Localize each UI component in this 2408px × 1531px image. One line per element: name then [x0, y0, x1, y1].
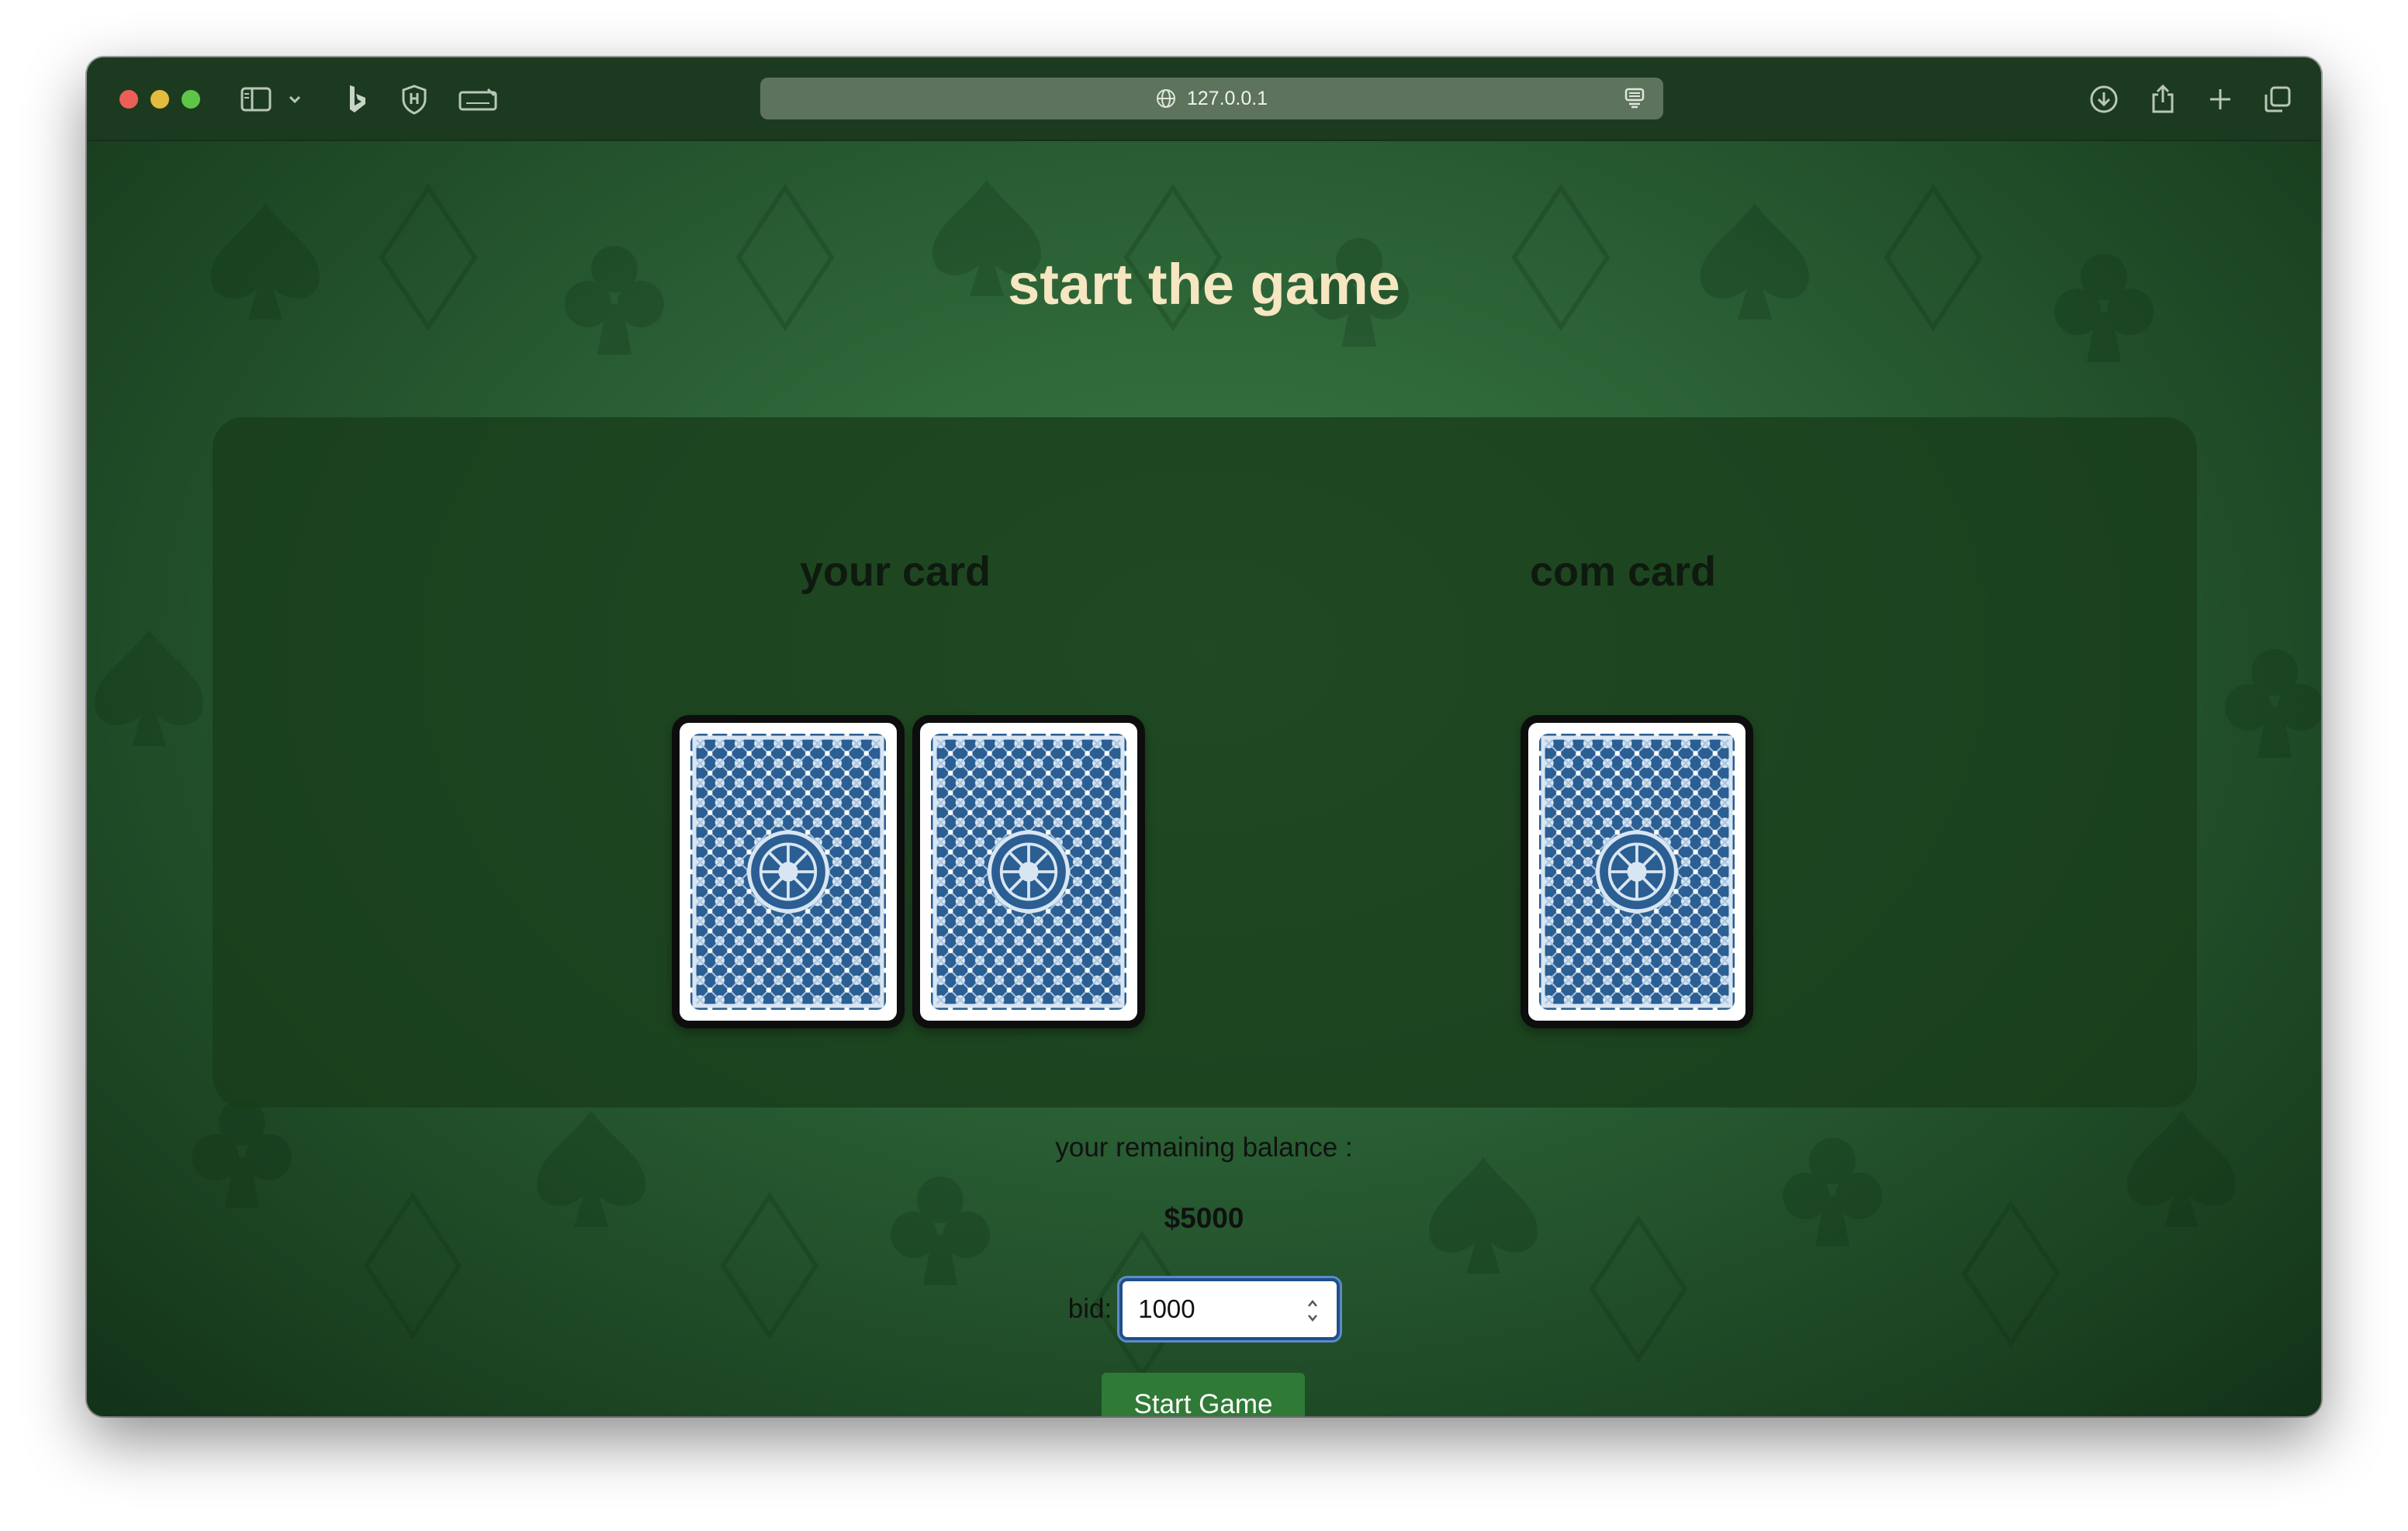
plus-icon[interactable] — [2205, 81, 2236, 118]
card-back — [1539, 734, 1735, 1010]
computer-hand-title: com card — [1529, 548, 1717, 595]
number-stepper-icon[interactable] — [1306, 1297, 1320, 1331]
browser-toolbar: 127.0.0.1 — [87, 57, 2321, 141]
address-bar[interactable]: 127.0.0.1 — [760, 78, 1663, 119]
download-icon[interactable] — [2088, 81, 2119, 118]
browser-window: 127.0.0.1 start the game your card com c… — [87, 57, 2321, 1416]
page-content: start the game your card com card your r… — [87, 141, 2321, 1416]
chevron-down-icon[interactable] — [285, 81, 304, 118]
balance-value: $5000 — [1164, 1202, 1244, 1234]
reader-icon[interactable] — [1624, 88, 1645, 115]
bid-row: bid: 1000 — [87, 1276, 2321, 1343]
close-window-button[interactable] — [119, 90, 138, 109]
player-hand-title: your card — [799, 548, 991, 595]
share-icon[interactable] — [2147, 81, 2178, 118]
zoom-window-button[interactable] — [182, 90, 200, 109]
url-text: 127.0.0.1 — [1186, 87, 1268, 109]
start-game-button[interactable]: Start Game — [1102, 1373, 1305, 1416]
keyboard-icon[interactable] — [458, 81, 498, 118]
player-card-1 — [672, 715, 905, 1028]
card-back — [931, 734, 1126, 1010]
page-title: start the game — [1008, 252, 1400, 316]
player-card-2 — [912, 715, 1145, 1028]
sidebar-icon[interactable] — [239, 81, 273, 118]
minimize-window-button[interactable] — [150, 90, 169, 109]
balance-label: your remaining balance : — [1055, 1132, 1353, 1163]
card-back — [690, 734, 886, 1010]
bid-input[interactable]: 1000 — [1117, 1276, 1343, 1343]
card-table-panel: your card com card — [213, 417, 2197, 1108]
shield-icon[interactable] — [399, 81, 430, 118]
bid-label: bid: — [1067, 1294, 1112, 1324]
bid-input-value: 1000 — [1138, 1294, 1195, 1323]
globe-icon — [1156, 88, 1176, 109]
tabs-icon[interactable] — [2262, 81, 2293, 118]
bing-icon[interactable] — [343, 81, 371, 118]
computer-card-1 — [1521, 715, 1753, 1028]
